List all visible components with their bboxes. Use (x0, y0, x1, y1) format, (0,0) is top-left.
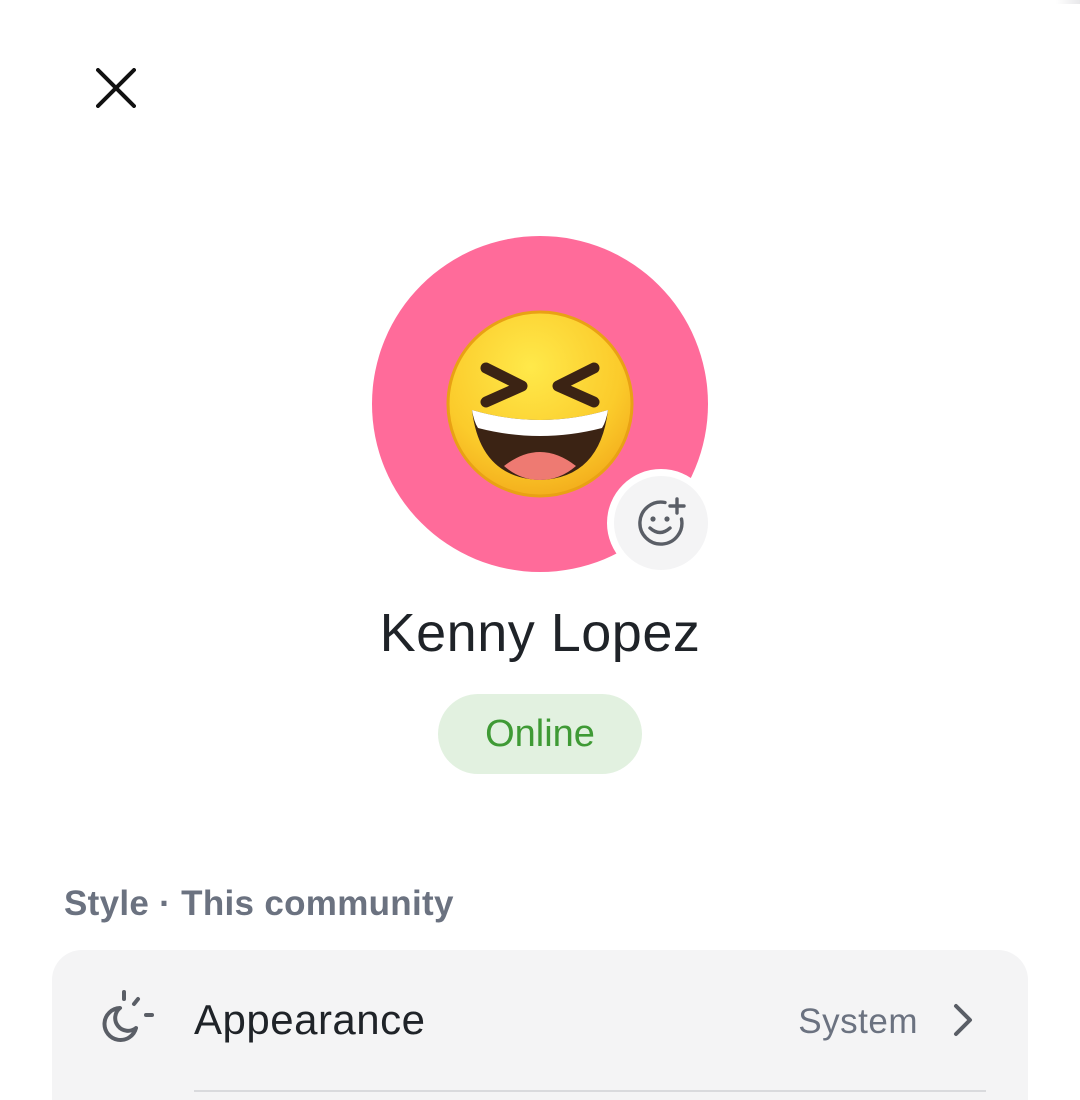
close-button[interactable] (76, 48, 156, 128)
settings-card: Appearance System (52, 950, 1028, 1100)
settings-row-appearance[interactable]: Appearance System (52, 950, 1028, 1092)
window-edge-shadow (1056, 0, 1080, 4)
status-badge[interactable]: Online (438, 694, 642, 774)
avatar[interactable] (372, 236, 708, 572)
chevron-right-icon (954, 1004, 972, 1036)
section-header: Style · This community (64, 884, 454, 923)
add-emoji-status-button[interactable] (614, 476, 708, 570)
moon-sun-icon (102, 990, 154, 1042)
close-icon (96, 68, 136, 108)
row-divider (194, 1090, 986, 1092)
status-label: Online (485, 712, 595, 755)
appearance-label: Appearance (194, 996, 426, 1043)
smiley-plus-icon (638, 497, 686, 546)
grinning-squinting-face-icon (446, 310, 634, 498)
appearance-value: System (798, 1002, 918, 1041)
profile-page: Kenny Lopez Online Style · This communit… (0, 0, 1080, 1100)
profile-name: Kenny Lopez (379, 603, 701, 663)
